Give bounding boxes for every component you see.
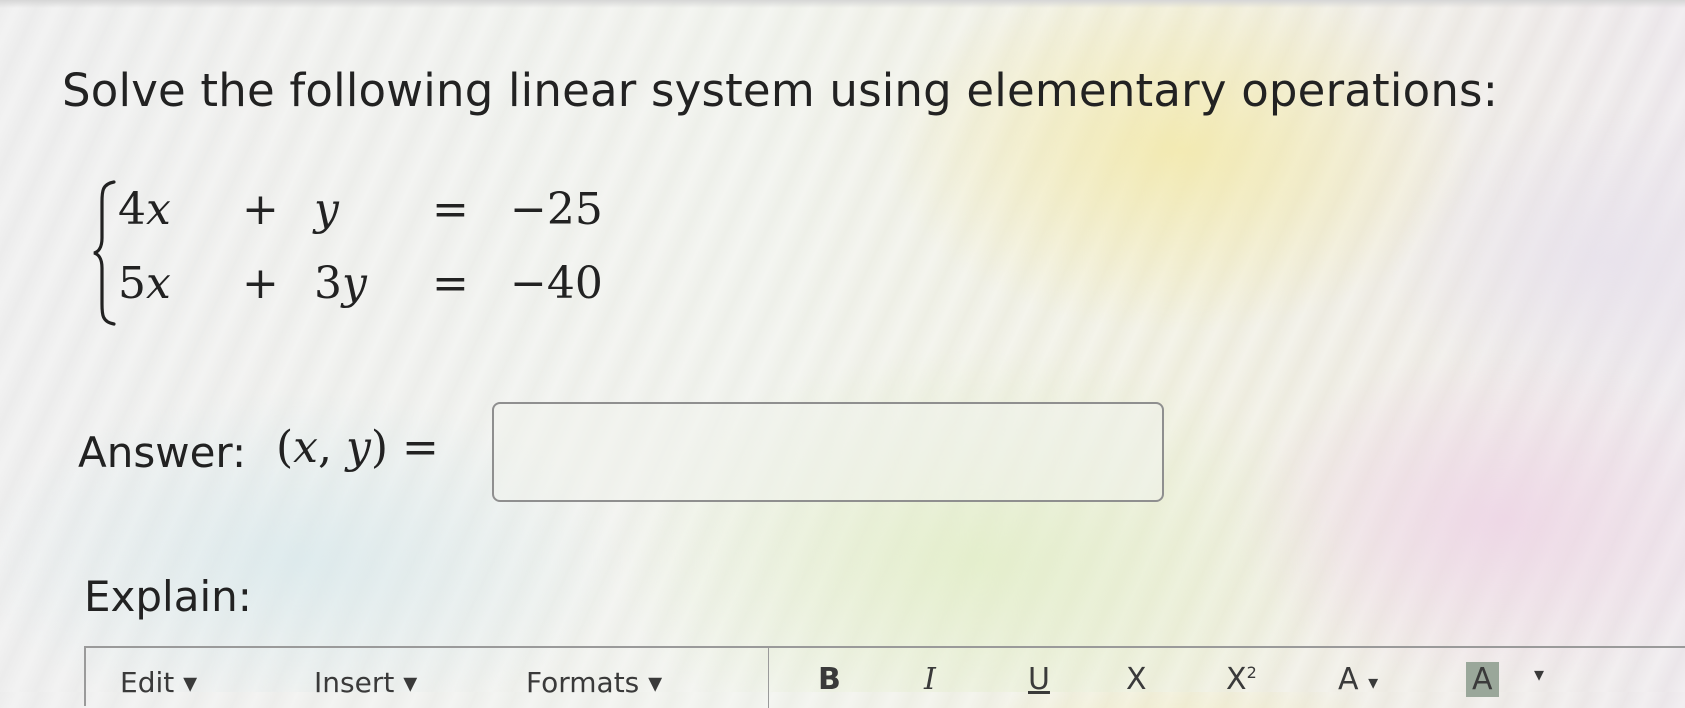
row2-rhs: −40 <box>510 258 603 309</box>
question-text: Solve the following linear system using … <box>62 64 1499 117</box>
row1-y-term: y <box>314 184 339 235</box>
linear-system: 4x + y = −25 5x + 3y = −40 <box>92 178 652 328</box>
chevron-down-icon[interactable]: ▾ <box>1534 662 1544 686</box>
row1-rhs: −25 <box>510 184 603 235</box>
left-brace-icon <box>93 180 116 326</box>
menu-formats[interactable]: Formats ▾ <box>526 666 662 699</box>
answer-input[interactable] <box>492 402 1164 502</box>
toolbar-divider <box>768 648 769 708</box>
row2-x-term: 5x <box>118 258 171 309</box>
menu-insert[interactable]: Insert ▾ <box>314 666 417 699</box>
answer-expression: (x, y) = <box>276 422 439 473</box>
chevron-down-icon: ▾ <box>648 666 663 699</box>
chevron-down-icon: ▾ <box>1368 670 1379 694</box>
menu-edit[interactable]: Edit ▾ <box>120 666 197 699</box>
row2-plus: + <box>242 258 279 309</box>
row1-plus: + <box>242 184 279 235</box>
row2-equals: = <box>432 258 469 309</box>
explain-label: Explain: <box>84 572 252 621</box>
answer-label: Answer: <box>78 428 247 477</box>
chevron-down-icon: ▾ <box>403 666 418 699</box>
row1-equals: = <box>432 184 469 235</box>
row2-y-term: 3y <box>314 258 367 309</box>
chevron-down-icon: ▾ <box>183 666 198 699</box>
page-edge <box>0 0 1685 8</box>
editor-toolbar: Edit ▾ Insert ▾ Formats ▾ B I U X X2 A ▾… <box>86 648 1685 708</box>
explain-editor[interactable]: Edit ▾ Insert ▾ Formats ▾ B I U X X2 A ▾… <box>84 646 1685 708</box>
row1-x-term: 4x <box>118 184 171 235</box>
